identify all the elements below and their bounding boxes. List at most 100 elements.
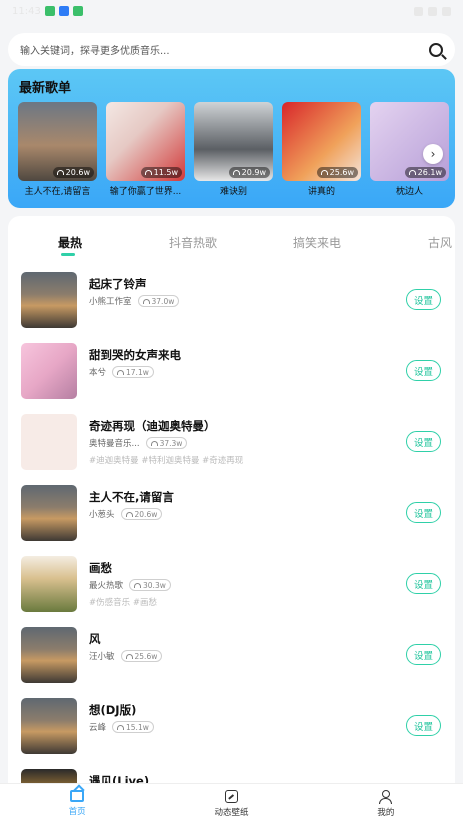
home-icon xyxy=(70,790,85,802)
song-cover xyxy=(21,343,77,399)
song-cover xyxy=(21,698,77,754)
playlist-card[interactable]: 25.6w 讲真的 xyxy=(282,102,361,197)
song-cover xyxy=(21,627,77,683)
song-cover xyxy=(21,485,77,541)
user-icon xyxy=(379,789,393,804)
playlist-cover: 20.9w xyxy=(194,102,273,181)
nav-label: 首页 xyxy=(68,807,86,817)
song-title: 想(DJ版) xyxy=(89,703,137,717)
headphone-icon xyxy=(117,724,125,730)
section-title: 最新歌单 xyxy=(19,81,72,96)
play-count: 25.6w xyxy=(120,650,163,662)
playlist-name: 枕边人 xyxy=(395,187,423,197)
song-artist: 奥特曼音乐... xyxy=(89,439,140,449)
nav-home[interactable]: 首页 xyxy=(0,784,154,823)
playlist-card[interactable]: 11.5w 输了你赢了世界... xyxy=(106,102,185,197)
list-item[interactable]: 想(DJ版) 云峰 15.1w 设置 xyxy=(21,698,441,756)
play-count: 20.6w xyxy=(120,508,163,520)
list-item[interactable]: 风 汪小敏 25.6w 设置 xyxy=(21,627,441,685)
notification-icon xyxy=(44,6,55,16)
song-title: 甜到哭的女声来电 xyxy=(89,348,181,362)
playlist-name: 输了你赢了世界... xyxy=(109,187,182,197)
playlist-cover: 20.6w xyxy=(18,102,97,181)
song-title: 奇迹再现（迪迦奥特曼） xyxy=(89,419,216,433)
play-count: 37.0w xyxy=(137,295,180,307)
song-cover xyxy=(21,556,77,612)
headphone-icon xyxy=(232,170,240,175)
play-count: 30.3w xyxy=(129,579,171,591)
song-artist: 最火热歌 xyxy=(89,581,124,591)
category-tabs: 最热 抖音热歌 搞笑来电 古风 xyxy=(8,216,455,266)
playlist-name: 讲真的 xyxy=(307,187,335,197)
song-artist: 云峰 xyxy=(89,723,107,733)
song-artist: 小葱头 xyxy=(89,510,115,520)
song-title: 主人不在,请留言 xyxy=(89,490,174,504)
headphone-icon xyxy=(56,170,64,175)
play-count: 37.3w xyxy=(145,437,188,449)
play-count: 11.5w xyxy=(140,167,182,178)
headphone-icon xyxy=(125,653,133,659)
playlist-cover: 26.1w xyxy=(370,102,449,181)
chevron-right-icon[interactable]: › xyxy=(423,144,443,164)
latest-playlists-section: 最新歌单 20.6w 主人不在,请留言 11.5w 输了你赢了世界... 20.… xyxy=(8,69,455,208)
playlist-name: 难诀别 xyxy=(219,187,247,197)
tab-douyin[interactable]: 抖音热歌 xyxy=(169,234,217,251)
play-count: 17.1w xyxy=(112,366,154,378)
song-cover xyxy=(21,272,77,328)
nav-label: 动态壁纸 xyxy=(214,807,249,818)
tab-indicator xyxy=(61,253,75,256)
set-ringtone-button[interactable]: 设置 xyxy=(406,289,441,310)
headphone-icon xyxy=(320,170,328,175)
headphone-icon xyxy=(134,582,142,588)
play-count: 15.1w xyxy=(112,721,154,733)
notification-icon xyxy=(58,6,69,16)
status-bar: 11:43 xyxy=(0,0,463,22)
list-item[interactable]: 起床了铃声 小熊工作室 37.0w 设置 xyxy=(21,272,441,330)
play-count: 25.6w xyxy=(316,167,358,178)
set-ringtone-button[interactable]: 设置 xyxy=(406,502,441,523)
headphone-icon xyxy=(150,440,158,446)
search-input[interactable]: 输入关键词，探寻更多优质音乐... xyxy=(20,42,429,57)
headphone-icon xyxy=(142,298,150,304)
wifi-icon xyxy=(414,6,423,16)
play-count: 20.6w xyxy=(52,167,94,178)
song-title: 画愁 xyxy=(89,561,112,575)
bottom-nav: 首页 动态壁纸 我的 xyxy=(0,783,463,823)
song-tags: #迪迦奥特曼 #特利迦奥特曼 #奇迹再现 xyxy=(89,456,244,466)
song-title: 起床了铃声 xyxy=(89,277,147,291)
set-ringtone-button[interactable]: 设置 xyxy=(406,573,441,594)
nav-mine[interactable]: 我的 xyxy=(309,784,463,823)
set-ringtone-button[interactable]: 设置 xyxy=(406,644,441,665)
playlist-card[interactable]: 20.6w 主人不在,请留言 xyxy=(18,102,97,197)
playlist-cover: 25.6w xyxy=(282,102,361,181)
status-time: 11:43 xyxy=(12,5,41,17)
list-item[interactable]: 主人不在,请留言 小葱头 20.6w 设置 xyxy=(21,485,441,543)
play-count: 26.1w xyxy=(404,167,446,178)
tab-ancient-style[interactable]: 古风 xyxy=(428,234,452,251)
search-icon[interactable] xyxy=(429,42,443,57)
list-item[interactable]: 奇迹再现（迪迦奥特曼） 奥特曼音乐... 37.3w #迪迦奥特曼 #特利迦奥特曼… xyxy=(21,414,441,472)
tab-funny-call[interactable]: 搞笑来电 xyxy=(293,234,341,251)
tab-hottest[interactable]: 最热 xyxy=(58,234,82,251)
nav-label: 我的 xyxy=(377,807,395,818)
song-title: 风 xyxy=(89,632,101,646)
headphone-icon xyxy=(408,170,416,175)
search-bar[interactable]: 输入关键词，探寻更多优质音乐... xyxy=(8,33,455,66)
playlist-cover: 11.5w xyxy=(106,102,185,181)
song-artist: 小熊工作室 xyxy=(89,297,132,307)
wallpaper-icon xyxy=(224,789,238,803)
playlist-name: 主人不在,请留言 xyxy=(24,187,91,197)
notification-icon xyxy=(72,6,83,16)
song-artist: 本兮 xyxy=(89,368,107,378)
set-ringtone-button[interactable]: 设置 xyxy=(406,431,441,452)
playlist-card[interactable]: 20.9w 难诀别 xyxy=(194,102,273,197)
play-count: 20.9w xyxy=(228,167,270,178)
headphone-icon xyxy=(144,170,152,175)
set-ringtone-button[interactable]: 设置 xyxy=(406,360,441,381)
set-ringtone-button[interactable]: 设置 xyxy=(406,715,441,736)
list-item[interactable]: 甜到哭的女声来电 本兮 17.1w 设置 xyxy=(21,343,441,401)
nav-live-wallpaper[interactable]: 动态壁纸 xyxy=(154,784,308,823)
list-item[interactable]: 画愁 最火热歌 30.3w #伤感音乐 #画愁 设置 xyxy=(21,556,441,614)
headphone-icon xyxy=(125,511,133,517)
song-cover xyxy=(21,414,77,470)
